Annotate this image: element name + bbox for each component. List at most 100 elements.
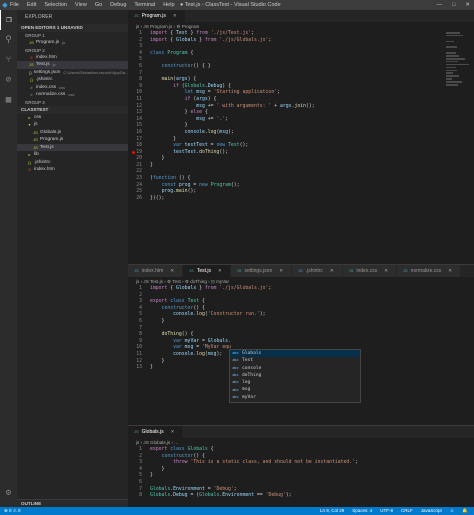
gear-icon[interactable]: ⚙ <box>0 483 17 503</box>
code-line[interactable]: 8 Globals.Debug = (Globals.Environment ==… <box>128 493 358 500</box>
suggestion-item[interactable]: abc myVar <box>230 394 360 401</box>
breadcrumb[interactable]: js › JS Test.js › ⚙ Test › ⚙ doThing › ⊡… <box>128 277 474 286</box>
code-line[interactable]: 3 <box>128 44 315 51</box>
classtest-section[interactable]: CLASSTEST <box>17 105 128 114</box>
code-line[interactable]: 18 var testTest = new Test(); <box>128 143 315 150</box>
code-line[interactable]: 13 } else { <box>128 110 315 117</box>
menu-item-view[interactable]: View <box>75 2 87 8</box>
open-editors-section[interactable]: OPEN EDITORS 1 UNSAVED <box>17 24 128 32</box>
close-icon[interactable]: ✕ <box>330 265 334 277</box>
file-item[interactable]: JS Program.js js <box>17 39 128 47</box>
suggestion-item[interactable]: abc console <box>230 365 360 372</box>
code-line[interactable]: 6 <box>128 480 358 487</box>
file-item[interactable]: ▸ lib <box>17 151 128 159</box>
status-item[interactable]: Ln 9, Col 29 <box>320 508 344 514</box>
tab-index-css[interactable]: JS index.css ✕ <box>342 265 397 277</box>
debug-icon[interactable]: ⊘ <box>0 70 17 90</box>
menu-item-selection[interactable]: Selection <box>44 2 67 8</box>
status-item[interactable]: Spaces: 4 <box>352 508 372 514</box>
file-item[interactable]: {} .jshintrc <box>17 159 128 167</box>
files-icon[interactable]: ❐ <box>0 10 17 30</box>
file-item[interactable]: ▾ js <box>17 121 128 129</box>
file-item[interactable]: 5 index.htm <box>17 166 128 174</box>
status-item[interactable]: JavaScript <box>421 508 442 514</box>
suggest-widget[interactable]: abc Globals abc Test abc console abc doThing abc… <box>229 349 361 403</box>
tab-globals-js[interactable]: JS Globals.js ✕ <box>128 426 184 438</box>
menu-item-debug[interactable]: Debug <box>110 2 126 8</box>
code-line[interactable]: 5 console.log('Constructor run.'); <box>128 312 271 319</box>
status-item[interactable]: 🔔 <box>462 508 468 514</box>
minimize-icon[interactable]: — <box>437 2 443 8</box>
close-icon[interactable]: ✕ <box>170 265 174 277</box>
outline-section[interactable]: OUTLINE <box>17 499 128 507</box>
file-item[interactable]: JS Test.js <box>17 143 128 151</box>
tab-test-js[interactable]: JS Test.js ✕ <box>183 265 231 277</box>
code-line[interactable]: 10 let msg = 'Starting application'; <box>128 90 315 97</box>
suggestion-item[interactable]: abc msg <box>230 386 360 393</box>
suggestion-item[interactable]: abc Globals <box>230 350 360 358</box>
status-problems[interactable]: ⊗ 0 ⚠ 0 <box>4 508 21 514</box>
close-icon[interactable]: ✕ <box>218 265 222 277</box>
code-line[interactable]: 8 doThing() { <box>128 332 271 339</box>
close-icon[interactable]: ✕ <box>171 426 175 438</box>
code-line[interactable]: 21} <box>128 163 315 170</box>
code-line[interactable]: 5 <box>128 57 315 64</box>
code-line[interactable]: 16 console.log(msg); <box>128 130 315 137</box>
close-icon[interactable]: ✕ <box>173 10 177 22</box>
file-item[interactable]: {} settings.json C:\Users\Sebastian.vscode… <box>17 69 128 77</box>
breadcrumb[interactable]: js › JS Program.js › ⚙ Program <box>128 22 474 31</box>
code-line[interactable]: 4 } <box>128 467 358 474</box>
menu-item-help[interactable]: Help <box>163 2 174 8</box>
close-icon[interactable]: ✕ <box>384 265 388 277</box>
close-icon[interactable]: ✕ <box>448 265 452 277</box>
file-item[interactable]: JS Program.js <box>17 136 128 144</box>
code-line[interactable]: 3 throw 'This is a static class, and sho… <box>128 460 358 467</box>
file-item[interactable]: JS Globals.js <box>17 129 128 137</box>
code-line[interactable]: 5} <box>128 473 358 480</box>
status-item[interactable]: CRLF <box>401 508 413 514</box>
tab-index-htm[interactable]: JS index.htm ✕ <box>128 265 184 277</box>
code-line[interactable]: 2 import { Globals } from './js/Globals.j… <box>128 38 315 45</box>
close-icon[interactable]: ✕ <box>279 265 283 277</box>
file-item[interactable]: {} .jshintrc <box>17 76 128 84</box>
tab-normalize-css[interactable]: JS normalize.css ✕ <box>397 265 462 277</box>
suggestion-item[interactable]: abc log <box>230 379 360 386</box>
code-line[interactable]: 8 main(args) { <box>128 77 315 84</box>
code-line[interactable]: 15 } <box>128 123 315 130</box>
menu-item-edit[interactable]: Edit <box>27 2 36 8</box>
code-editor[interactable]: 1 import { Test } from './js/Test.js'; 2 im… <box>128 31 315 203</box>
extensions-icon[interactable]: ▦ <box>0 90 17 110</box>
file-item[interactable]: ▸ css <box>17 114 128 122</box>
tab--jshintrc[interactable]: JS .jshintrc ✕ <box>292 265 343 277</box>
file-item[interactable]: # index.css css <box>17 84 128 92</box>
code-editor[interactable]: 1 export class Globals {2 constructor() {… <box>128 447 358 500</box>
source-control-icon[interactable]: ⑂ <box>0 50 17 70</box>
code-line[interactable]: 6 } <box>128 319 271 326</box>
maximize-icon[interactable]: □ <box>452 2 455 8</box>
suggestion-item[interactable]: abc Test <box>230 357 360 364</box>
code-line[interactable]: 25 prog.main(); <box>128 189 315 196</box>
breadcrumb[interactable]: js › JS Globals.js › ... <box>128 438 474 447</box>
file-item[interactable]: 5 index.htm <box>17 54 128 62</box>
tab-program-js[interactable]: JS Program.js ✕ <box>128 10 186 22</box>
search-icon[interactable]: ⚲ <box>0 30 17 50</box>
status-item[interactable]: UTF-8 <box>380 508 393 514</box>
code-line[interactable]: 1 export class Globals { <box>128 447 358 454</box>
code-line[interactable]: 23 (function () { <box>128 176 315 183</box>
file-item[interactable]: # normalize.css css <box>17 91 128 99</box>
breakpoint-icon[interactable] <box>132 151 135 154</box>
menu-item-terminal[interactable]: Terminal <box>134 2 155 8</box>
code-line[interactable]: 26})(); <box>128 196 315 203</box>
menu-item-file[interactable]: File <box>10 2 19 8</box>
code-line[interactable]: 3 export class Test { <box>128 299 271 306</box>
code-line[interactable]: 11 if (args) { <box>128 97 315 104</box>
minimap[interactable] <box>446 32 470 92</box>
code-line[interactable]: 20 } <box>128 156 315 163</box>
menu-item-go[interactable]: Go <box>95 2 102 8</box>
code-line[interactable]: 1 import { Globals } from './js/Globals.j… <box>128 286 271 293</box>
tab-settings-json[interactable]: JS settings.json ✕ <box>230 265 293 277</box>
suggestion-item[interactable]: abc doThing <box>230 372 360 379</box>
code-line[interactable]: 4 class Program { <box>128 51 315 58</box>
code-line[interactable]: 1 import { Test } from './js/Test.js'; <box>128 31 315 38</box>
file-item[interactable]: JS Test.js js <box>17 61 128 69</box>
